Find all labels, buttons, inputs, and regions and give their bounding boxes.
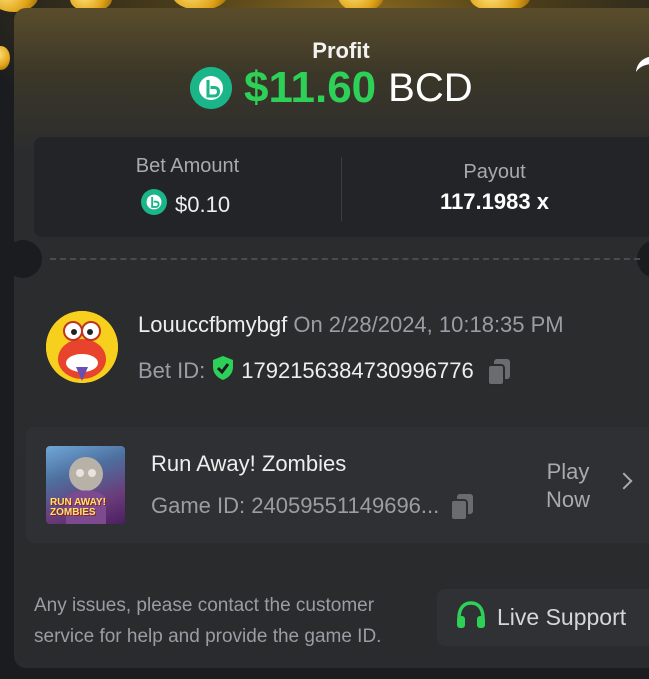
- bet-amount-label: Bet Amount: [135, 155, 240, 177]
- username[interactable]: Louuccfbmybgf: [138, 312, 287, 337]
- headset-icon: [455, 600, 487, 635]
- game-thumbnail[interactable]: RUN AWAY! ZOMBIES: [46, 446, 125, 524]
- ticket-divider: [50, 258, 640, 260]
- profit-row: $11.60 BCD: [190, 63, 473, 113]
- copy-icon[interactable]: [486, 358, 510, 386]
- profit-label: Profit: [312, 38, 370, 63]
- profit-currency: BCD: [388, 65, 473, 110]
- game-id-text: Game ID: 24059551149696...: [151, 493, 440, 518]
- ticket-notch-left: [4, 240, 42, 278]
- bet-amount-value: $0.10: [141, 189, 230, 221]
- payout-label: Payout: [463, 161, 526, 183]
- verified-shield-icon: [211, 355, 235, 387]
- bet-amount-text: $0.10: [175, 192, 231, 217]
- copy-icon[interactable]: [449, 493, 474, 521]
- live-support-label: Live Support: [497, 604, 627, 630]
- bet-stats-panel: Bet Amount $0.10 Payout 117.1983 x: [34, 137, 649, 237]
- bet-id-label: Bet ID:: [138, 358, 206, 383]
- bcd-coin-icon: [141, 189, 167, 221]
- bet-id-row: Bet ID: 1792156384730996776: [138, 355, 510, 387]
- payout-value: 117.1983 x: [440, 189, 549, 214]
- live-support-button[interactable]: Live Support: [437, 589, 649, 646]
- game-id-row: Game ID: 24059551149696...: [151, 493, 474, 521]
- game-name[interactable]: Run Away! Zombies: [151, 451, 346, 477]
- bet-date: On 2/28/2024, 10:18:35 PM: [293, 312, 564, 337]
- bcd-coin-icon: [190, 67, 232, 109]
- profit-amount: $11.60: [244, 63, 377, 112]
- game-thumb-title: RUN AWAY! ZOMBIES: [50, 497, 106, 518]
- play-now-button[interactable]: Play Now: [526, 458, 610, 514]
- game-card[interactable]: RUN AWAY! ZOMBIES Run Away! Zombies Game …: [26, 427, 649, 543]
- chevron-right-icon[interactable]: [615, 472, 633, 490]
- support-note: Any issues, please contact the customer …: [34, 595, 382, 647]
- user-avatar[interactable]: [46, 311, 118, 383]
- bet-user-line: Louuccfbmybgf On 2/28/2024, 10:18:35 PM: [138, 312, 564, 338]
- bet-id-value: 1792156384730996776: [241, 358, 474, 383]
